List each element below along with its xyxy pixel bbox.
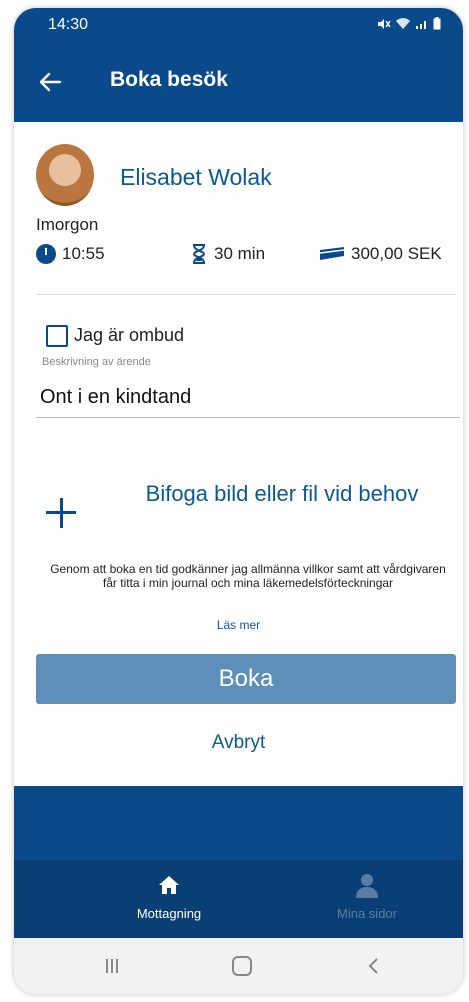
home-button-icon[interactable] xyxy=(232,956,252,976)
cancel-link[interactable]: Avbryt xyxy=(14,732,463,754)
phone-screen: 14:30 Boka besök Elisabet Wolak Imorgon … xyxy=(14,8,463,994)
appointment-duration: 30 min xyxy=(214,244,266,263)
card-icon xyxy=(319,247,345,260)
description-field[interactable] xyxy=(36,377,460,418)
clock-icon xyxy=(36,244,56,264)
status-time: 14:30 xyxy=(48,16,89,33)
agent-checkbox-label[interactable]: Jag är ombud xyxy=(74,325,184,346)
appointment-time: 10:55 xyxy=(62,244,105,263)
plus-icon xyxy=(46,498,76,528)
home-icon xyxy=(159,876,179,894)
appointment-price: 300,00 SEK xyxy=(351,244,442,263)
nav-label-mottagning: Mottagning xyxy=(136,906,202,921)
attach-label: Bifoga bild eller fil vid behov xyxy=(145,481,419,506)
status-bar: 14:30 xyxy=(14,8,463,42)
nav-label-mina-sidor: Mina sidor xyxy=(337,906,397,921)
avatar xyxy=(36,144,94,206)
divider xyxy=(36,294,456,295)
page-title: Boka besök xyxy=(110,68,228,91)
battery-icon xyxy=(433,17,441,30)
nav-item-mottagning[interactable]: Mottagning xyxy=(94,872,244,921)
appointment-day: Imorgon xyxy=(36,215,99,234)
status-icons xyxy=(377,17,441,30)
nav-item-mina-sidor[interactable]: Mina sidor xyxy=(292,872,442,921)
app-bar: Boka besök xyxy=(14,42,463,122)
hourglass-icon xyxy=(192,244,206,264)
description-label: Beskrivning av ärende xyxy=(42,356,151,368)
doctor-name: Elisabet Wolak xyxy=(120,164,272,190)
footer-band xyxy=(14,786,463,860)
wifi-icon xyxy=(396,17,410,29)
agent-checkbox[interactable] xyxy=(46,325,68,347)
person-icon xyxy=(356,874,378,898)
read-more-link[interactable]: Läs mer xyxy=(14,618,463,632)
booking-content: Elisabet Wolak Imorgon 10:55 30 min 300,… xyxy=(14,122,463,786)
book-button[interactable]: Boka xyxy=(36,654,456,704)
attach-file-button[interactable]: Bifoga bild eller fil vid behov xyxy=(36,480,456,544)
bottom-nav: Mottagning Mina sidor xyxy=(14,860,463,938)
system-nav-bar xyxy=(14,938,463,994)
mute-icon xyxy=(378,18,391,29)
back-icon[interactable] xyxy=(364,956,384,976)
signal-icon xyxy=(416,20,426,29)
arrow-left-icon[interactable] xyxy=(36,68,64,96)
appointment-details: 10:55 30 min 300,00 SEK xyxy=(36,242,456,268)
terms-text: Genom att boka en tid godkänner jag allm… xyxy=(50,562,446,590)
recent-apps-icon[interactable] xyxy=(102,956,122,976)
